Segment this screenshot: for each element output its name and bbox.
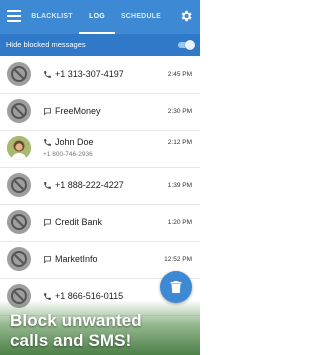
blocked-avatar-icon [7,173,31,197]
log-contact: FreeMoney [55,106,101,116]
log-time: 12:52 PM [164,256,192,263]
phone-icon [44,139,51,146]
tab-schedule-label: SCHEDULE [120,13,162,20]
log-row[interactable]: +1 888-222-4227 1:39 PM [0,167,200,205]
blocked-avatar-icon [7,99,31,123]
log-contact: +1 888-222-4227 [55,180,124,190]
promo-banner: Block unwanted calls and SMS! [0,300,200,355]
message-icon [44,219,51,227]
log-time: 2:45 PM [167,71,192,78]
log-time: 1:20 PM [167,219,192,226]
tab-log[interactable]: LOG [79,0,115,34]
delete-fab-button[interactable] [160,271,192,303]
trash-icon [170,281,182,293]
app-toolbar: BLACKLIST LOG SCHEDULE [0,0,200,34]
hide-blocked-toggle[interactable] [176,40,195,50]
tab-schedule[interactable]: SCHEDULE [118,0,164,34]
log-contact: John Doe [55,137,94,147]
gear-icon[interactable] [179,9,193,23]
message-icon [44,108,51,116]
promo-line-2: calls and SMS! [10,331,132,350]
tab-blacklist[interactable]: BLACKLIST [28,0,76,34]
promo-line-1: Block unwanted [10,311,142,330]
blocked-avatar-icon [7,247,31,271]
log-time: 2:12 PM [167,139,192,146]
phone-icon [44,71,51,78]
hide-blocked-label: Hide blocked messages [6,40,86,49]
log-row[interactable]: Credit Bank 1:20 PM [0,204,200,242]
log-row[interactable]: +1 313-307-4197 2:45 PM [0,56,200,94]
message-icon [44,256,51,264]
log-contact: MarketInfo [55,254,98,264]
log-contact: Credit Bank [55,217,103,227]
phone-icon [44,182,51,189]
toggle-knob [185,40,195,50]
hide-blocked-bar: Hide blocked messages [0,34,200,56]
blocked-avatar-icon [7,210,31,234]
tab-log-label: LOG [89,13,105,20]
log-time: 1:39 PM [167,182,192,189]
log-row[interactable]: FreeMoney 2:30 PM [0,93,200,131]
log-time: 2:30 PM [167,108,192,115]
tab-blacklist-label: BLACKLIST [31,13,73,20]
log-number: +1 800-746-2936 [43,151,93,158]
log-row[interactable]: John Doe +1 800-746-2936 2:12 PM [0,130,200,168]
hamburger-menu-icon[interactable] [7,8,21,24]
contact-photo-avatar [7,136,31,160]
log-contact: +1 313-307-4197 [55,69,124,79]
blocked-avatar-icon [7,62,31,86]
